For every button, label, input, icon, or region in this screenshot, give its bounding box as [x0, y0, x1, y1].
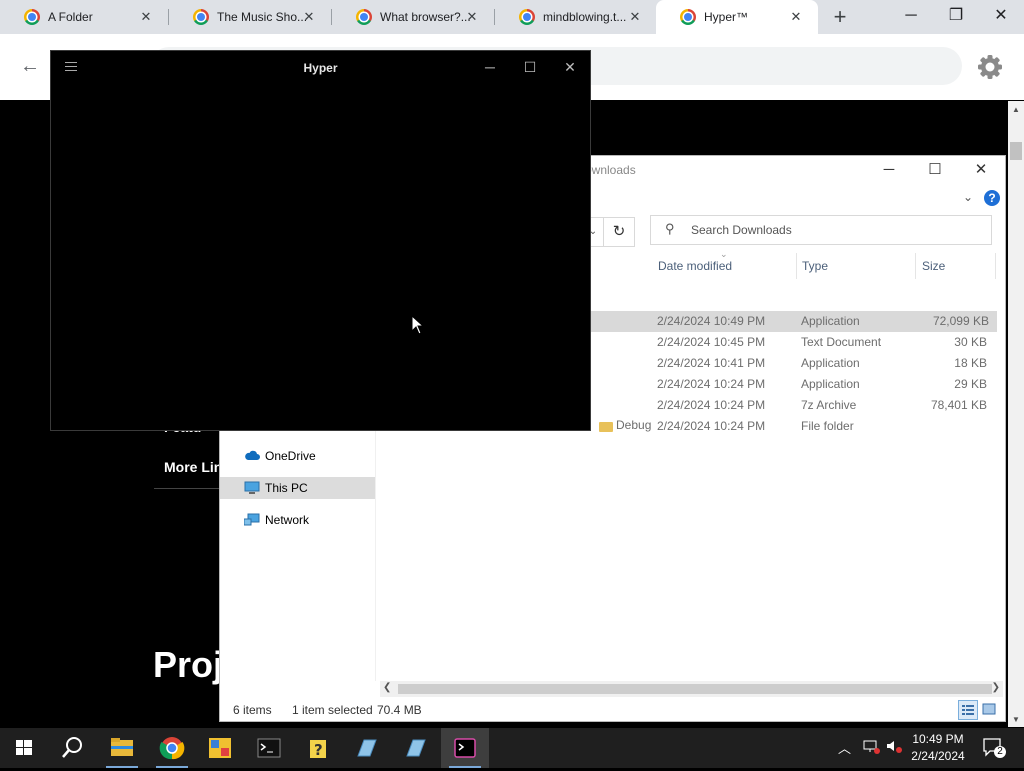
tab-close-icon[interactable]: ✕	[627, 9, 643, 25]
nav-item-label: Network	[265, 513, 310, 527]
file-row[interactable]: 2/24/2024 10:41 PM Application 18 KB	[580, 353, 995, 374]
cloud-icon	[244, 449, 260, 463]
nav-item-label: This PC	[265, 481, 308, 495]
tab-strip: A Folder ✕ The Music Sho... ✕ What brows…	[0, 0, 1024, 34]
chevron-down-icon[interactable]: ⌄	[963, 190, 973, 204]
network-icon	[243, 513, 260, 527]
refresh-icon[interactable]: ↻	[603, 217, 635, 247]
tab-title: What browser?...	[380, 10, 471, 24]
page-scrollbar[interactable]: ▲ ▼	[1008, 101, 1024, 727]
tab-close-icon[interactable]: ✕	[788, 9, 804, 25]
chrome-favicon-icon	[356, 9, 372, 25]
page-scroll-thumb[interactable]	[1010, 142, 1022, 160]
tab-music-shop[interactable]: The Music Sho... ✕	[169, 0, 331, 34]
hyper-window[interactable]: Hyper ─ ☐ ✕	[50, 50, 591, 431]
status-bar: 6 items 1 item selected 70.4 MB	[220, 699, 1005, 721]
chrome-favicon-icon	[680, 9, 696, 25]
details-view-icon[interactable]	[958, 700, 978, 720]
selection-count: 1 item selected	[292, 703, 373, 717]
search-icon[interactable]	[48, 728, 96, 768]
maximize-button[interactable]: ❐	[933, 0, 979, 34]
tab-hyper[interactable]: Hyper™ ✕	[656, 0, 818, 34]
folder-icon	[599, 422, 613, 432]
help-app-icon[interactable]: ?	[294, 728, 342, 768]
computer-icon	[244, 481, 260, 495]
window-title: Hyper	[303, 61, 338, 75]
maximize-button[interactable]: ☐	[512, 53, 548, 81]
tab-mindblowing[interactable]: mindblowing.t... ✕	[495, 0, 657, 34]
selection-size: 70.4 MB	[377, 703, 422, 717]
column-header-size[interactable]: Size	[922, 257, 945, 281]
notepad-icon[interactable]	[392, 728, 440, 768]
file-explorer-icon[interactable]	[98, 728, 146, 768]
notification-badge: 2	[994, 746, 1006, 758]
terminal-area[interactable]	[51, 83, 590, 430]
sort-indicator-icon: ⌄	[720, 249, 728, 259]
chrome-favicon-icon	[193, 9, 209, 25]
nav-item-label: OneDrive	[265, 449, 316, 463]
chevron-up-icon[interactable]: ︿	[838, 738, 851, 757]
network-status-icon[interactable]	[862, 738, 880, 757]
notepad-icon[interactable]	[343, 728, 391, 768]
tab-what-browser[interactable]: What browser?... ✕	[332, 0, 494, 34]
help-icon[interactable]: ?	[984, 190, 1000, 206]
mouse-cursor-icon	[411, 314, 425, 335]
file-row[interactable]: 2/24/2024 10:24 PM 7z Archive 78,401 KB	[580, 395, 995, 416]
item-count: 6 items	[233, 703, 272, 717]
file-row[interactable]: Debug 2/24/2024 10:24 PM File folder	[580, 416, 995, 437]
clock-time[interactable]: 10:49 PM	[900, 732, 976, 746]
maximize-button[interactable]: ☐	[912, 156, 958, 186]
notification-center-icon[interactable]: 2	[982, 737, 1006, 759]
close-window-button[interactable]: ✕	[978, 0, 1024, 34]
tab-title: Hyper™	[704, 10, 749, 24]
chrome-icon[interactable]	[148, 728, 196, 768]
tab-a-folder[interactable]: A Folder ✕	[0, 0, 168, 34]
paint-icon[interactable]	[196, 728, 244, 768]
column-header-type[interactable]: Type	[802, 257, 828, 281]
tab-title: The Music Sho...	[217, 10, 308, 24]
tab-close-icon[interactable]: ✕	[138, 9, 154, 25]
tab-close-icon[interactable]: ✕	[301, 9, 317, 25]
back-arrow-icon[interactable]: ←	[16, 52, 44, 80]
minimize-button[interactable]: ─	[866, 156, 912, 186]
column-header-date[interactable]: Date modified	[658, 257, 732, 281]
chrome-favicon-icon	[24, 9, 40, 25]
hyper-app-icon[interactable]	[441, 728, 489, 768]
window-title: ownloads	[585, 163, 636, 177]
minimize-button[interactable]: ─	[888, 0, 934, 34]
minimize-button[interactable]: ─	[472, 53, 508, 81]
svg-text:?: ?	[314, 741, 323, 759]
chrome-favicon-icon	[519, 9, 535, 25]
new-tab-button[interactable]: +	[828, 4, 852, 30]
tab-close-icon[interactable]: ✕	[464, 9, 480, 25]
taskbar: ? ︿	[0, 728, 1024, 768]
clock-date[interactable]: 2/24/2024	[900, 749, 976, 763]
file-row[interactable]: 2/24/2024 10:49 PM Application 72,099 KB	[582, 311, 997, 332]
close-button[interactable]: ✕	[552, 53, 588, 81]
file-name: Debug	[616, 418, 652, 432]
large-icons-view-icon[interactable]	[980, 700, 998, 718]
search-placeholder: Search Downloads	[691, 223, 792, 237]
nav-item-network[interactable]: Network	[220, 509, 375, 531]
gear-icon[interactable]	[975, 52, 1005, 82]
more-links-heading: More Lin	[164, 459, 223, 475]
file-row[interactable]: 2/24/2024 10:45 PM Text Document 30 KB	[580, 332, 995, 353]
projects-heading: Proj	[153, 644, 224, 685]
close-button[interactable]: ✕	[958, 156, 1004, 186]
search-icon: ⚲	[665, 221, 675, 236]
nav-item-onedrive[interactable]: OneDrive	[220, 445, 375, 467]
start-button[interactable]	[0, 728, 48, 768]
terminal-icon[interactable]	[245, 728, 293, 768]
file-row[interactable]: 2/24/2024 10:24 PM Application 29 KB	[580, 374, 995, 395]
nav-item-this-pc[interactable]: This PC	[220, 477, 375, 499]
horizontal-scroll-thumb[interactable]	[398, 684, 992, 694]
search-input[interactable]: ⚲ Search Downloads	[650, 215, 992, 245]
tab-title: mindblowing.t...	[543, 10, 627, 24]
